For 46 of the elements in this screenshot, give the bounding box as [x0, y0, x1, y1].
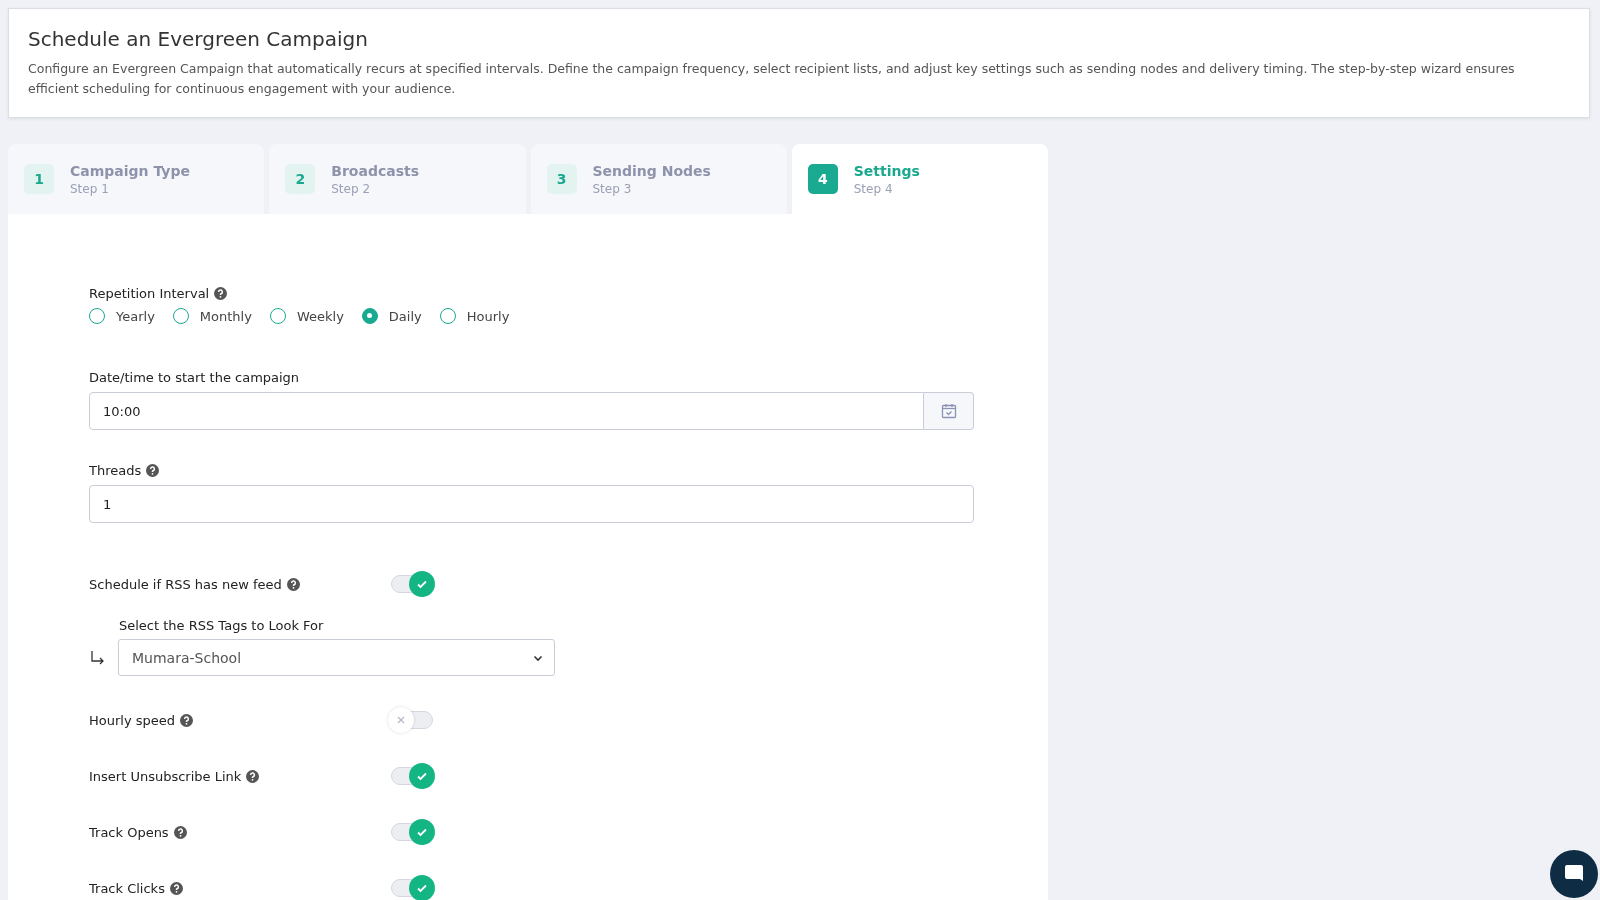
datetime-field[interactable]: 10:00 — [89, 392, 924, 430]
help-icon[interactable] — [246, 769, 260, 783]
radio-option[interactable]: Daily — [361, 308, 422, 324]
radio-option[interactable]: Monthly — [172, 308, 252, 324]
check-icon — [416, 770, 428, 782]
field-label: Schedule if RSS has new feed — [89, 576, 282, 592]
help-icon[interactable] — [173, 825, 187, 839]
radio-option[interactable]: Weekly — [269, 308, 344, 324]
step-number: 2 — [285, 164, 316, 194]
page-description: Configure an Evergreen Campaign that automatically recurs at specified intervals. Define the campaign frequency, select recipient lists, and adjust key settings such as sending nodes and delivery timing. The step-by-step wizard ensures efficient scheduling for continuous engagement with your audience. — [28, 60, 1516, 98]
step-number: 4 — [807, 164, 838, 194]
field-label: Hourly speed — [89, 712, 176, 728]
check-icon — [416, 826, 428, 838]
step-subtitle: Step 2 — [331, 181, 372, 196]
calendar-icon — [940, 403, 957, 419]
field-label: Repetition Interval — [89, 286, 210, 301]
step-subtitle: Step 4 — [853, 181, 894, 196]
radio-option[interactable]: Yearly — [89, 308, 155, 324]
field-label: Track Clicks — [89, 880, 165, 896]
field-label: Date/time to start the campaign — [89, 370, 300, 385]
page-title: Schedule an Evergreen Campaign — [28, 27, 369, 51]
chat-button[interactable] — [1550, 850, 1598, 898]
calendar-button[interactable] — [924, 392, 974, 430]
close-icon — [396, 715, 406, 725]
field-label: Track Opens — [89, 824, 169, 840]
step-subtitle: Step 1 — [70, 181, 110, 196]
radio-option[interactable]: Hourly — [439, 308, 510, 324]
step-title: Sending Nodes — [592, 162, 711, 179]
tags-dropdown[interactable]: Mumara-School — [118, 639, 555, 676]
help-icon[interactable] — [214, 287, 228, 300]
step-title: Campaign Type — [70, 162, 190, 179]
step-subtitle: Step 3 — [592, 181, 633, 196]
step-number: 3 — [546, 164, 577, 194]
help-icon[interactable] — [146, 464, 160, 477]
step-title: Settings — [853, 162, 920, 179]
threads-field[interactable]: 1 — [89, 485, 974, 523]
check-icon — [416, 882, 428, 894]
step-title: Broadcasts — [331, 162, 420, 179]
field-label: Select the RSS Tags to Look For — [119, 618, 324, 633]
help-icon[interactable] — [169, 881, 183, 895]
help-icon[interactable] — [180, 713, 194, 727]
help-icon[interactable] — [286, 577, 300, 591]
step-number: 1 — [24, 164, 54, 194]
field-label: Insert Unsubscribe Link — [89, 768, 242, 784]
field-label: Threads — [89, 463, 142, 478]
check-icon — [416, 578, 428, 590]
